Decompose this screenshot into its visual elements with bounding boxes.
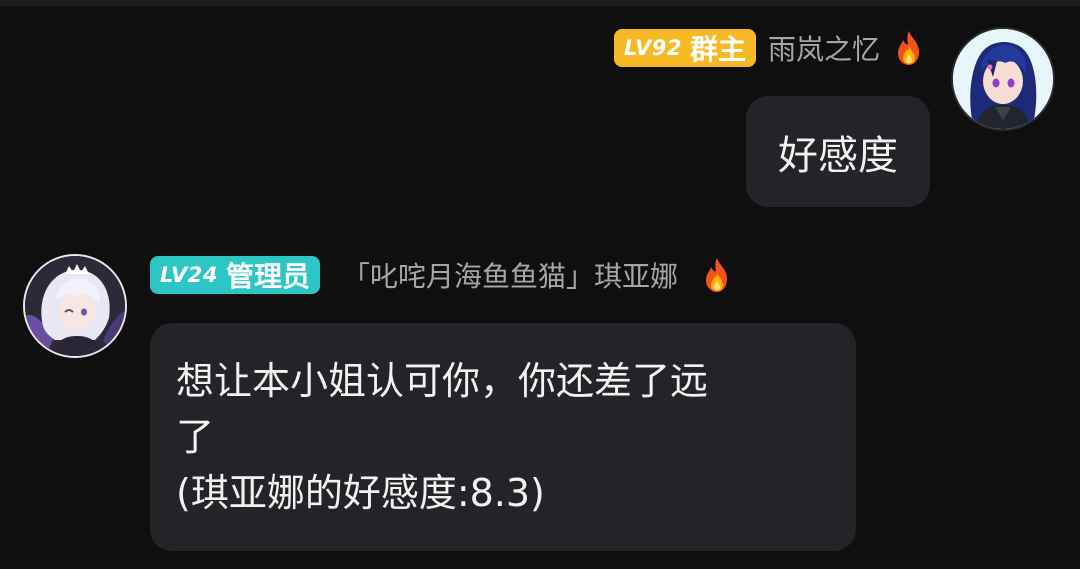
message-text-line: (琪亚娜的好感度:8.3) [176, 471, 545, 515]
sender-nickname[interactable]: 雨岚之忆 [768, 28, 880, 68]
avatar-other[interactable] [23, 254, 127, 358]
message-text-line: 想让本小姐认可你，你还差了远 [176, 359, 709, 403]
sender-nickname[interactable]: 「叱咤月海鱼鱼猫」琪亚娜 [342, 255, 678, 295]
role-label: 管理员 [225, 260, 310, 293]
chat-area: LV92 群主 雨岚之忆 好感度 LV24 管理员 「叱咤月海鱼鱼猫」琪亚娜 想… [0, 0, 1080, 569]
fire-icon [898, 31, 919, 65]
level-label: LV92 [624, 36, 682, 60]
sender-header-other: LV24 管理员 「叱咤月海鱼鱼猫」琪亚娜 [150, 255, 734, 295]
sender-header-self: LV92 群主 雨岚之忆 [614, 28, 926, 68]
level-badge-admin: LV24 管理员 [150, 256, 320, 294]
fire-icon [706, 258, 727, 292]
role-label: 群主 [689, 33, 746, 66]
message-bubble-self[interactable]: 好感度 [746, 96, 930, 207]
avatar-self[interactable] [951, 27, 1055, 131]
message-bubble-other[interactable]: 想让本小姐认可你，你还差了远 了 (琪亚娜的好感度:8.3) [150, 323, 856, 551]
top-divider [0, 0, 1080, 6]
anime-girl-white-hair-avatar-icon [25, 256, 125, 356]
anime-girl-blue-hair-avatar-icon [953, 29, 1053, 129]
level-badge-owner: LV92 群主 [614, 29, 756, 67]
message-text: 好感度 [778, 132, 898, 179]
message-text-line: 了 [176, 415, 215, 459]
level-label: LV24 [160, 263, 218, 287]
